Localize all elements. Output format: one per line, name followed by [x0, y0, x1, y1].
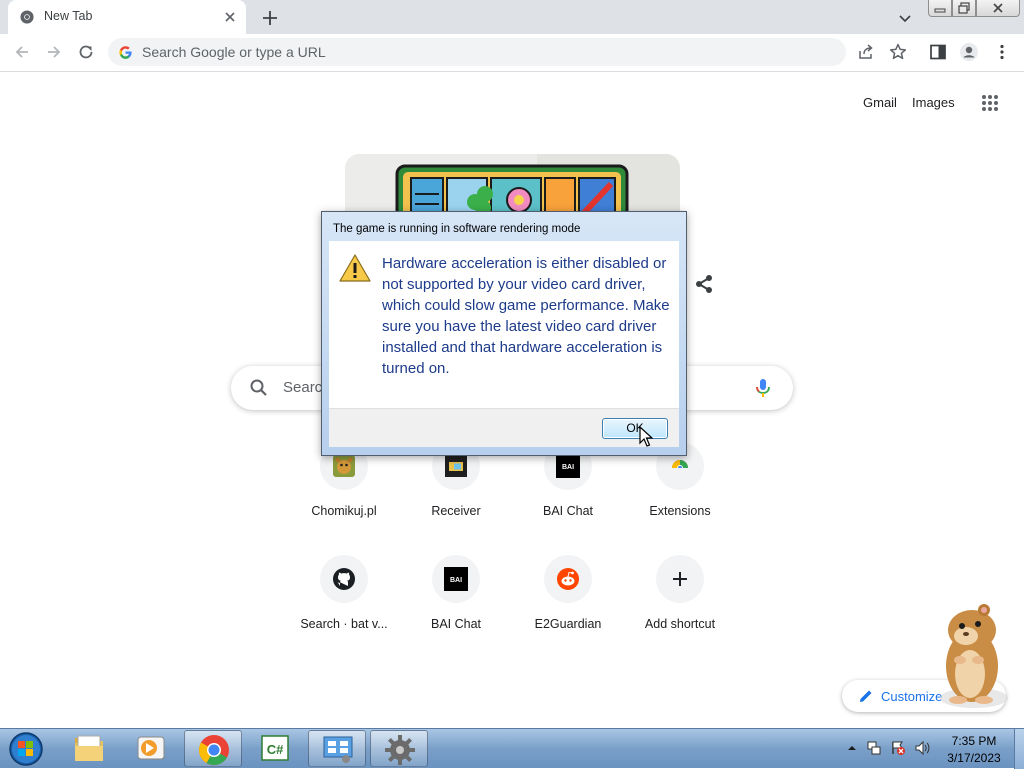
close-icon	[993, 3, 1003, 13]
ok-button[interactable]: OK	[602, 418, 668, 439]
bai-icon-text: BAI	[562, 464, 574, 471]
receiver-icon	[445, 455, 467, 477]
reload-icon[interactable]	[76, 42, 96, 62]
shortcut-label: Search · bat v...	[300, 617, 388, 631]
software-rendering-dialog: The game is running in software renderin…	[321, 211, 687, 456]
search-icon	[250, 379, 267, 396]
media-player-icon	[137, 736, 165, 760]
folder-icon	[75, 735, 103, 761]
address-bar[interactable]: Search Google or type a URL	[108, 38, 846, 66]
close-window-button[interactable]	[976, 0, 1020, 17]
shortcut-add[interactable]: Add shortcut	[624, 555, 736, 659]
windows-taskbar: C# 7:35 PM 3/17/2023	[0, 728, 1024, 769]
csharp-text: C#	[267, 742, 284, 757]
restore-icon	[958, 2, 970, 14]
shortcut-receiver[interactable]: Receiver	[400, 442, 512, 546]
browser-toolbar: Search Google or type a URL	[0, 34, 1024, 72]
shortcut-github-search[interactable]: Search · bat v...	[288, 555, 400, 659]
reddit-icon	[557, 568, 579, 590]
kebab-menu-icon[interactable]	[992, 42, 1012, 62]
dialog-title: The game is running in software renderin…	[333, 223, 581, 235]
chevron-down-icon[interactable]	[895, 8, 915, 28]
clock-date[interactable]: 3/17/2023	[941, 751, 1007, 765]
chrome-icon	[198, 735, 229, 766]
clock-time[interactable]: 7:35 PM	[944, 734, 1004, 748]
dialog-footer: OK	[329, 408, 679, 447]
dialog-content: Hardware acceleration is either disabled…	[329, 241, 679, 408]
images-link[interactable]: Images	[912, 95, 955, 110]
tab-strip: New Tab	[0, 0, 1024, 34]
forward-arrow-icon[interactable]	[44, 42, 64, 62]
taskbar-csharp-editor[interactable]: C#	[246, 730, 304, 767]
side-panel-icon[interactable]	[928, 42, 948, 62]
dialog-message: Hardware acceleration is either disabled…	[382, 255, 670, 377]
shortcut-icon-bg	[544, 555, 592, 603]
address-bar-placeholder: Search Google or type a URL	[142, 44, 326, 60]
taskbar-chrome[interactable]	[184, 730, 242, 767]
restore-button[interactable]	[952, 0, 976, 17]
share-doodle-icon[interactable]	[693, 273, 715, 295]
shortcut-label: Add shortcut	[644, 617, 716, 631]
chomikuj-icon	[333, 455, 355, 477]
google-g-icon	[119, 46, 132, 59]
bai-chat-icon: BAI	[444, 567, 468, 591]
system-tray: 7:35 PM 3/17/2023	[840, 729, 1024, 769]
shortcut-chomikuj[interactable]: Chomikuj.pl	[288, 442, 400, 546]
minimize-button[interactable]	[928, 0, 952, 17]
shortcut-label: Receiver	[431, 504, 481, 518]
gear-icon	[385, 735, 415, 765]
shortcut-label: Extensions	[649, 504, 711, 518]
minimize-icon	[934, 8, 946, 13]
back-arrow-icon[interactable]	[12, 42, 32, 62]
taskbar-media-player[interactable]	[122, 730, 180, 767]
shortcut-extensions[interactable]: Extensions	[624, 442, 736, 546]
shortcut-bai-chat[interactable]: BAI BAI Chat	[512, 442, 624, 546]
taskbar-control-panel[interactable]	[308, 730, 366, 767]
control-panel-icon	[323, 736, 353, 763]
gmail-link[interactable]: Gmail	[863, 95, 897, 110]
action-center-warning-icon[interactable]	[890, 740, 906, 756]
shortcut-icon-bg	[320, 555, 368, 603]
chrome-favicon-icon	[20, 10, 34, 24]
plus-icon	[673, 572, 687, 586]
search-placeholder: Searc	[283, 379, 323, 396]
tab-title: New Tab	[44, 9, 93, 23]
network-icon[interactable]	[866, 740, 882, 756]
shortcut-bai-chat-2[interactable]: BAI BAI Chat	[400, 555, 512, 659]
show-hidden-icons-icon[interactable]	[844, 740, 860, 756]
pencil-icon	[860, 690, 872, 702]
taskbar-game[interactable]	[370, 730, 428, 767]
shortcut-label: BAI Chat	[542, 504, 594, 518]
share-page-icon[interactable]	[856, 42, 876, 62]
tab-new-tab[interactable]: New Tab	[8, 0, 246, 34]
voice-search-mic-icon[interactable]	[753, 377, 773, 399]
shortcut-label: Chomikuj.pl	[311, 504, 377, 518]
chrome-icon	[668, 460, 692, 478]
warning-icon	[339, 254, 371, 282]
shortcut-icon-bg: BAI	[432, 555, 480, 603]
taskbar-explorer[interactable]	[60, 730, 118, 767]
profile-avatar-icon[interactable]	[959, 42, 979, 62]
close-tab-icon[interactable]	[222, 9, 238, 25]
bai-chat-icon: BAI	[556, 454, 580, 478]
shortcut-label: BAI Chat	[430, 617, 482, 631]
google-apps-grid-icon[interactable]	[980, 93, 1000, 113]
bai-icon-text: BAI	[450, 577, 462, 584]
shortcut-icon-bg	[656, 555, 704, 603]
shortcut-e2guardian[interactable]: E2Guardian	[512, 555, 624, 659]
show-desktop-button[interactable]	[1014, 729, 1024, 769]
mouse-cursor-icon	[639, 426, 653, 447]
bookmark-star-icon[interactable]	[888, 42, 908, 62]
volume-icon[interactable]	[914, 740, 930, 756]
new-tab-icon[interactable]	[260, 8, 280, 28]
shortcut-label: E2Guardian	[534, 617, 602, 631]
start-orb-icon[interactable]	[6, 731, 46, 767]
github-icon	[333, 568, 355, 590]
hamster-mascot-icon	[940, 604, 1008, 708]
csharp-file-icon: C#	[261, 735, 289, 761]
